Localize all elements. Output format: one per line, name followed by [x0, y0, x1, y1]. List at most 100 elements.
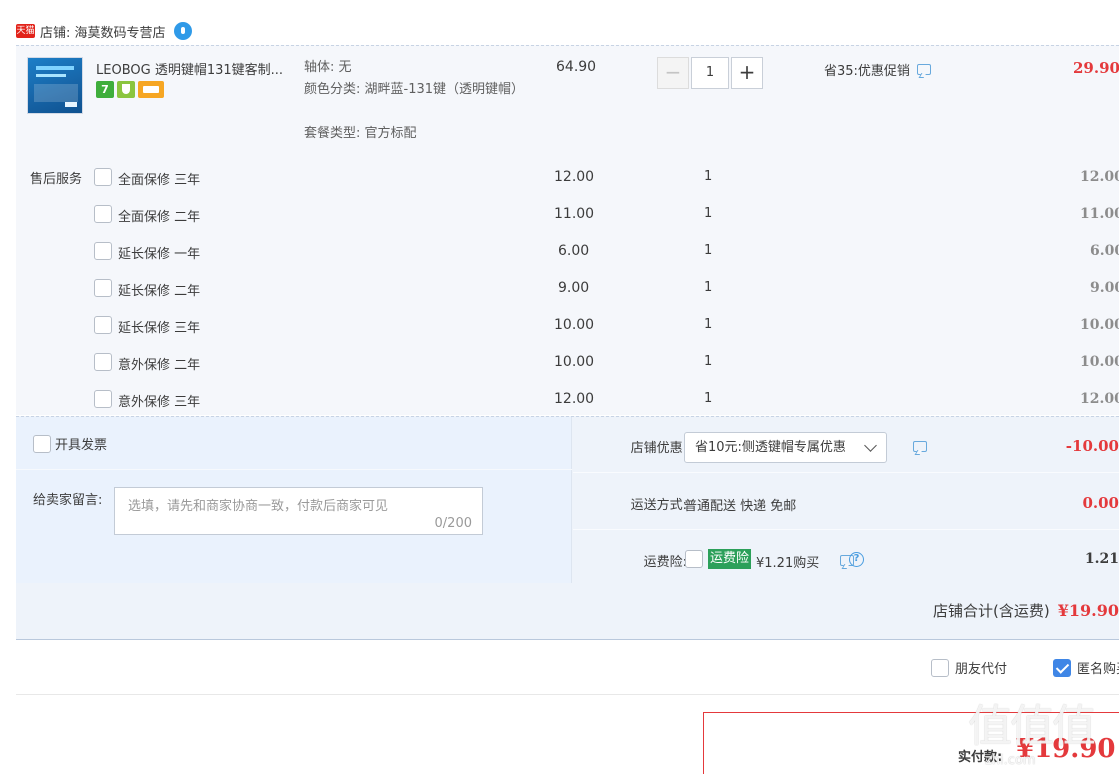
service-price: 10.00 — [554, 354, 595, 370]
divider — [16, 469, 572, 470]
service-total: 12.00 — [1080, 391, 1119, 407]
shipping-insurance-row: 运费险: 运费险 ¥1.21购买 ? 1.21 — [573, 531, 1119, 587]
coupon-selected-value: 省10元:侧透键帽专属优惠 — [695, 440, 846, 455]
shop-total: 店铺合计(含运费) ¥19.90 — [933, 600, 1119, 621]
shipping-label: 运送方式: — [630, 498, 687, 513]
help-icon[interactable]: ? — [849, 552, 864, 567]
service-checkbox[interactable] — [94, 390, 112, 408]
spec-axis: 轴体: 无 — [304, 60, 352, 75]
shipping-method: 普通配送 快递 免邮 — [684, 499, 797, 514]
service-price: 10.00 — [554, 317, 595, 333]
anonymous-checkbox[interactable] — [1053, 658, 1071, 677]
service-total: 12.00 — [1080, 169, 1119, 185]
friend-pay-label: 朋友代付 — [955, 662, 1008, 677]
quantity-input[interactable]: 1 — [691, 57, 729, 89]
shop-header: 天猫 店铺: 海莫数码专营店 — [16, 19, 192, 43]
shop-name-link[interactable]: 店铺: 海莫数码专营店 — [40, 22, 166, 41]
guarantee-icon[interactable] — [117, 81, 135, 98]
service-quantity: 1 — [704, 243, 713, 258]
spec-package: 套餐类型: 官方标配 — [304, 126, 417, 141]
message-label: 给卖家留言: — [33, 493, 103, 508]
service-price: 9.00 — [558, 280, 590, 296]
service-checkbox[interactable] — [94, 279, 112, 297]
item-section: LEOBOG 透明键帽131键客制... 7 轴体: 无 颜色分类: 湖畔蓝-1… — [16, 45, 1119, 415]
service-price: 12.00 — [554, 391, 595, 407]
service-checkbox[interactable] — [94, 242, 112, 260]
service-badges: 7 — [96, 81, 167, 98]
promotion-label: 省35:优惠促销 — [824, 64, 910, 79]
order-options-section: 开具发票 给卖家留言: 选填，请先和商家协商一致，付款后商家可见 0/200 店… — [16, 416, 1119, 640]
service-price: 6.00 — [558, 243, 590, 259]
service-total: 11.00 — [1080, 206, 1119, 222]
service-checkbox[interactable] — [94, 353, 112, 371]
service-row: 延长保修 二年 9.00 1 9.00 — [16, 269, 1119, 306]
service-quantity: 1 — [704, 280, 713, 295]
invoice-message-panel: 开具发票 给卖家留言: 选填，请先和商家协商一致，付款后商家可见 0/200 — [16, 417, 572, 583]
quantity-stepper: − 1 + — [657, 57, 763, 89]
service-total: 10.00 — [1080, 317, 1119, 333]
decrease-quantity-button[interactable]: − — [657, 57, 689, 89]
service-name: 全面保修 二年 — [118, 210, 201, 225]
wangwang-chat-icon[interactable] — [173, 22, 192, 40]
service-row: 意外保修 二年 10.00 1 10.00 — [16, 343, 1119, 380]
shop-total-value: ¥19.90 — [1057, 601, 1119, 620]
service-quantity: 1 — [704, 354, 713, 369]
anonymous-purchase-option[interactable]: 匿名购买 — [1053, 658, 1119, 677]
anonymous-label: 匿名购买 — [1077, 662, 1119, 677]
service-name: 全面保修 三年 — [118, 173, 201, 188]
credit-card-icon[interactable] — [138, 81, 164, 98]
service-name: 意外保修 二年 — [118, 358, 201, 373]
item-total-price: 29.90 — [1073, 59, 1119, 77]
service-checkbox[interactable] — [94, 168, 112, 186]
product-thumbnail[interactable] — [27, 57, 83, 114]
service-name: 意外保修 三年 — [118, 395, 201, 410]
coupon-label: 店铺优惠: — [630, 441, 687, 456]
promotion: 省35:优惠促销 — [824, 60, 931, 79]
service-quantity: 1 — [704, 317, 713, 332]
invoice-option[interactable]: 开具发票 — [33, 434, 107, 453]
service-total: 10.00 — [1080, 354, 1119, 370]
unit-price: 64.90 — [556, 59, 597, 75]
invoice-checkbox[interactable] — [33, 434, 51, 453]
coupon-select[interactable]: 省10元:侧透键帽专属优惠 — [684, 432, 887, 463]
insurance-value: 1.21 — [1084, 551, 1119, 567]
service-row: 延长保修 三年 10.00 1 10.00 — [16, 306, 1119, 343]
site-watermark-url: zhi.com — [985, 753, 1036, 768]
insurance-tag: 运费险 — [708, 549, 752, 569]
purchase-options-row: 朋友代付 匿名购买 — [16, 641, 1119, 695]
shop-coupon-row: 店铺优惠: 省10元:侧透键帽专属优惠 -10.00 — [573, 417, 1119, 473]
service-row: 全面保修 二年 11.00 1 11.00 — [16, 195, 1119, 232]
insurance-checkbox[interactable] — [685, 550, 703, 568]
service-price: 12.00 — [554, 169, 595, 185]
spec-color: 颜色分类: 湖畔蓝-131键（透明键帽） — [304, 82, 525, 97]
site-watermark: 值值值 — [968, 701, 1096, 752]
invoice-label: 开具发票 — [55, 438, 108, 453]
service-row: 意外保修 三年 12.00 1 12.00 — [16, 380, 1119, 417]
coupon-discount-value: -10.00 — [1065, 437, 1119, 455]
promo-comment-icon[interactable] — [916, 64, 931, 75]
coupon-comment-icon[interactable] — [913, 441, 927, 452]
service-name: 延长保修 一年 — [118, 247, 201, 262]
service-quantity: 1 — [704, 169, 713, 184]
seven-day-return-icon[interactable]: 7 — [96, 81, 114, 98]
tmall-badge: 天猫 — [16, 24, 35, 38]
shipping-fee-value: 0.00 — [1082, 494, 1119, 512]
insurance-label: 运费险: — [643, 555, 687, 570]
friend-pay-checkbox[interactable] — [931, 658, 949, 677]
service-quantity: 1 — [704, 206, 713, 221]
service-price: 11.00 — [554, 206, 595, 222]
service-checkbox[interactable] — [94, 316, 112, 334]
increase-quantity-button[interactable]: + — [731, 57, 763, 89]
service-total: 9.00 — [1090, 280, 1119, 296]
service-name: 延长保修 三年 — [118, 321, 201, 336]
seller-message-textarea[interactable]: 选填，请先和商家协商一致，付款后商家可见 0/200 — [114, 487, 483, 535]
service-row: 延长保修 一年 6.00 1 6.00 — [16, 232, 1119, 269]
service-checkbox[interactable] — [94, 205, 112, 223]
shop-total-label: 店铺合计(含运费) — [933, 602, 1050, 620]
service-quantity: 1 — [704, 391, 713, 406]
friend-pay-option[interactable]: 朋友代付 — [931, 658, 1007, 677]
service-name: 延长保修 二年 — [118, 284, 201, 299]
insurance-price: ¥1.21购买 — [756, 556, 820, 571]
product-title-link[interactable]: LEOBOG 透明键帽131键客制... — [96, 59, 296, 78]
chevron-down-icon — [864, 439, 877, 452]
